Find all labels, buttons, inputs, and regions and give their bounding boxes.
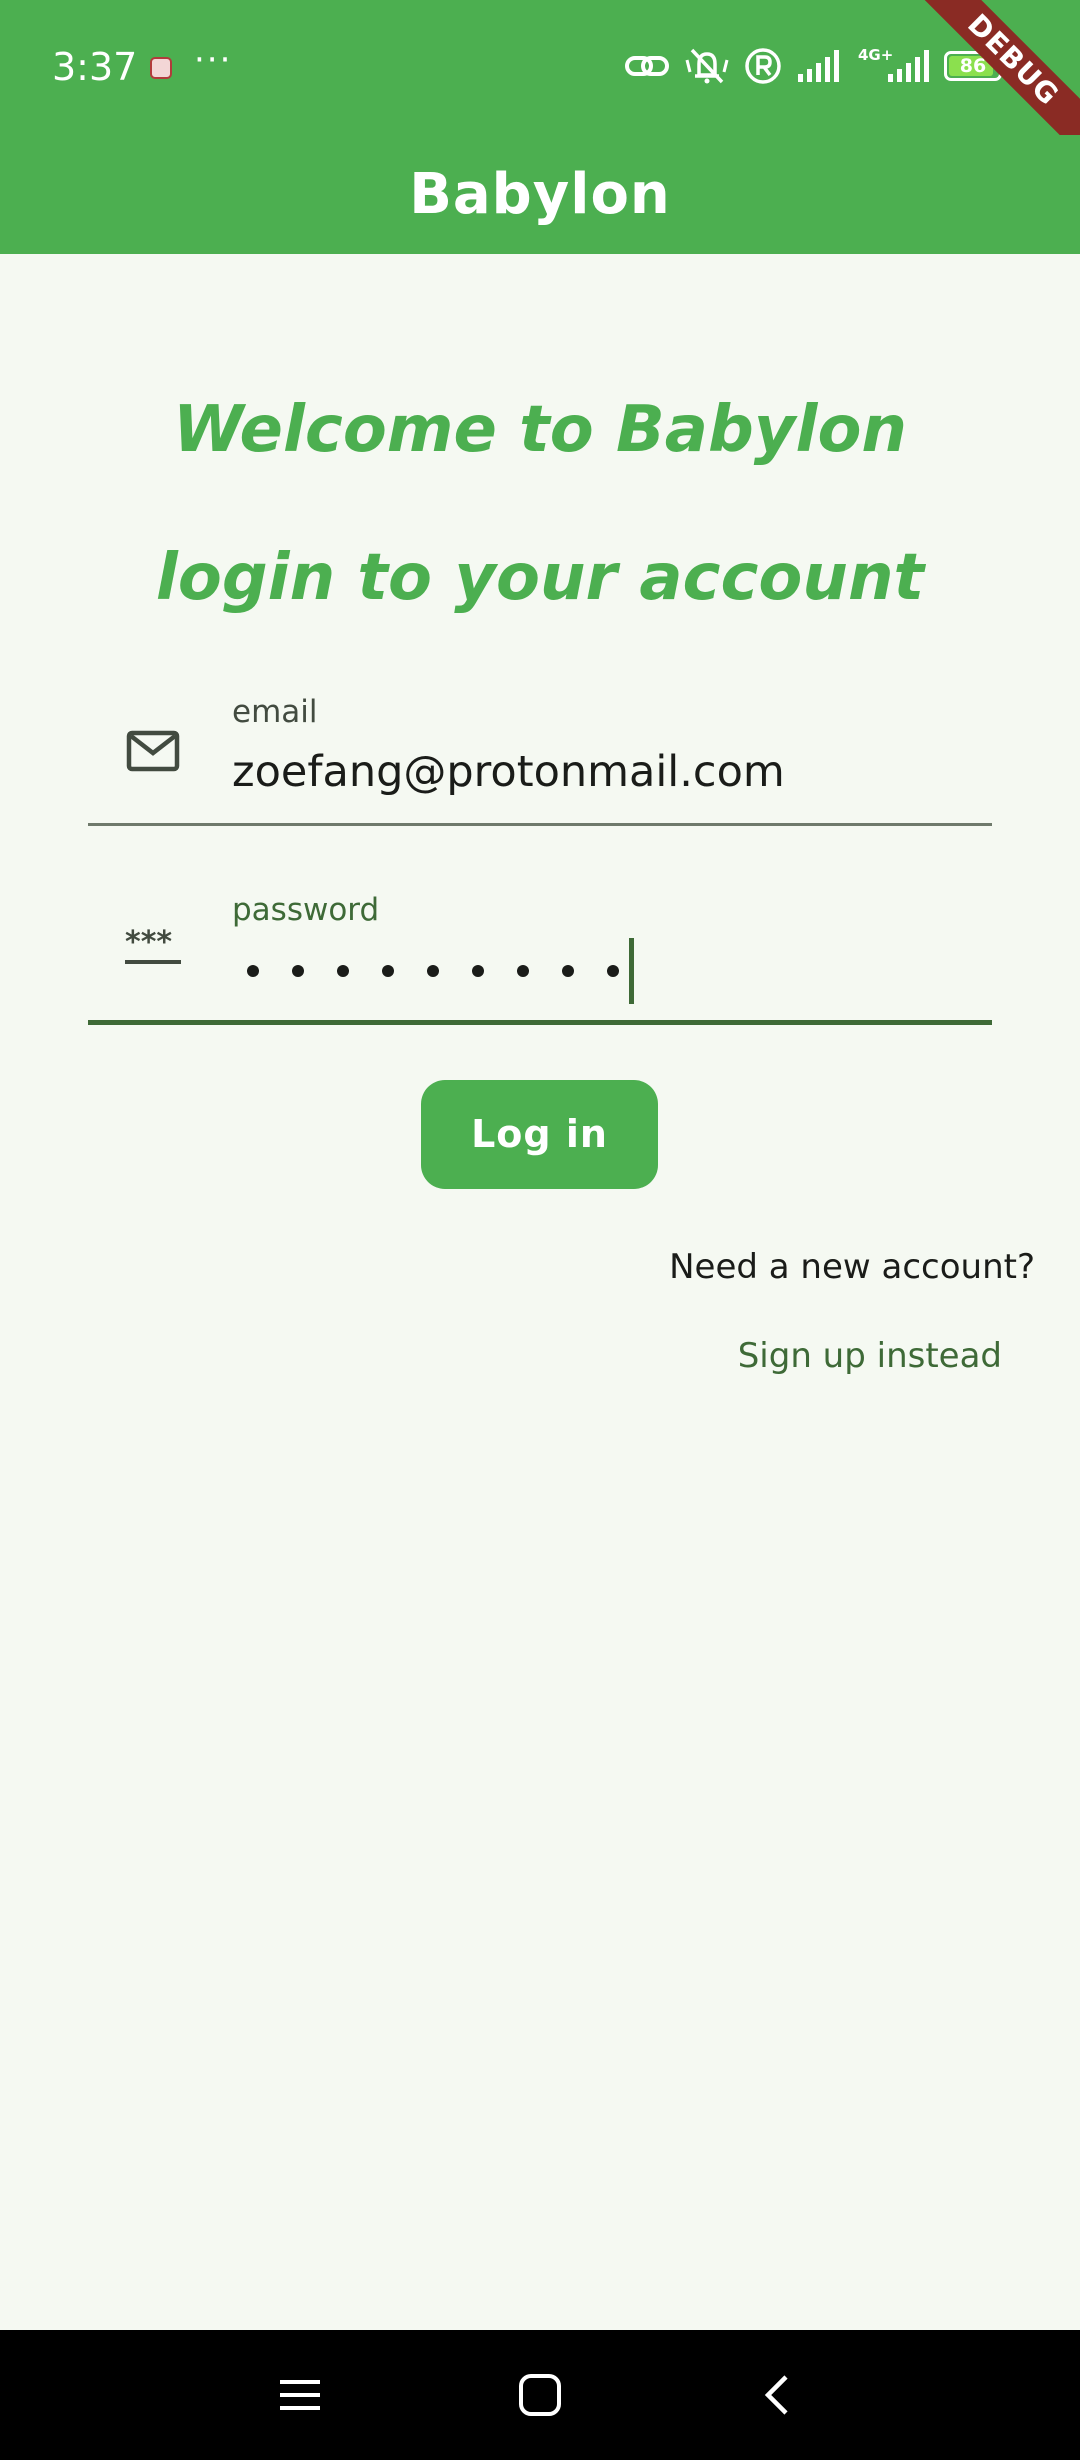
- password-dot: [607, 965, 619, 977]
- login-subtitle: login to your account: [155, 541, 925, 615]
- status-time: 3:37: [52, 45, 138, 89]
- more-notifications-indicator: ···: [194, 40, 233, 80]
- link-icon: [625, 56, 669, 76]
- signup-link[interactable]: Sign up instead: [738, 1334, 1002, 1378]
- home-button[interactable]: [500, 2355, 580, 2435]
- password-dot: [517, 965, 529, 977]
- email-field[interactable]: email zoefang@protonmail.com: [88, 680, 992, 826]
- mail-icon: [126, 730, 180, 772]
- welcome-heading: Welcome to Babylon: [173, 393, 907, 467]
- text-cursor: [629, 938, 634, 1004]
- password-dot: [562, 965, 574, 977]
- password-dot: [292, 965, 304, 977]
- menu-button[interactable]: [260, 2355, 340, 2435]
- password-dot: [247, 965, 259, 977]
- app-title: Babylon: [409, 162, 671, 227]
- signal-icon: [798, 50, 839, 82]
- password-dot: [337, 965, 349, 977]
- navigation-bar: [0, 2330, 1080, 2460]
- password-dot: [472, 965, 484, 977]
- password-dot: [382, 965, 394, 977]
- registered-icon: [745, 48, 781, 84]
- back-button[interactable]: [738, 2355, 818, 2435]
- silent-icon: [685, 48, 729, 84]
- email-value[interactable]: zoefang@protonmail.com: [232, 746, 785, 798]
- svg-text:4G+: 4G+: [858, 46, 893, 64]
- password-field[interactable]: *** password: [88, 880, 992, 1025]
- email-label: email: [232, 694, 318, 730]
- password-value[interactable]: [236, 938, 634, 1004]
- need-account-text: Need a new account?: [669, 1247, 1035, 1287]
- menu-icon: [280, 2380, 320, 2410]
- app-bar: Babylon: [0, 135, 1080, 254]
- password-label: password: [232, 892, 380, 928]
- password-dot: [427, 965, 439, 977]
- app-notification-icon: [150, 57, 172, 79]
- password-icon: ***: [125, 925, 181, 964]
- status-bar: 3:37 ··· 4G+ 86 DEBUG: [0, 0, 1080, 160]
- login-button[interactable]: Log in: [421, 1080, 658, 1189]
- back-icon: [764, 2375, 788, 2415]
- svg-text:***: ***: [125, 925, 172, 960]
- home-icon: [519, 2374, 561, 2416]
